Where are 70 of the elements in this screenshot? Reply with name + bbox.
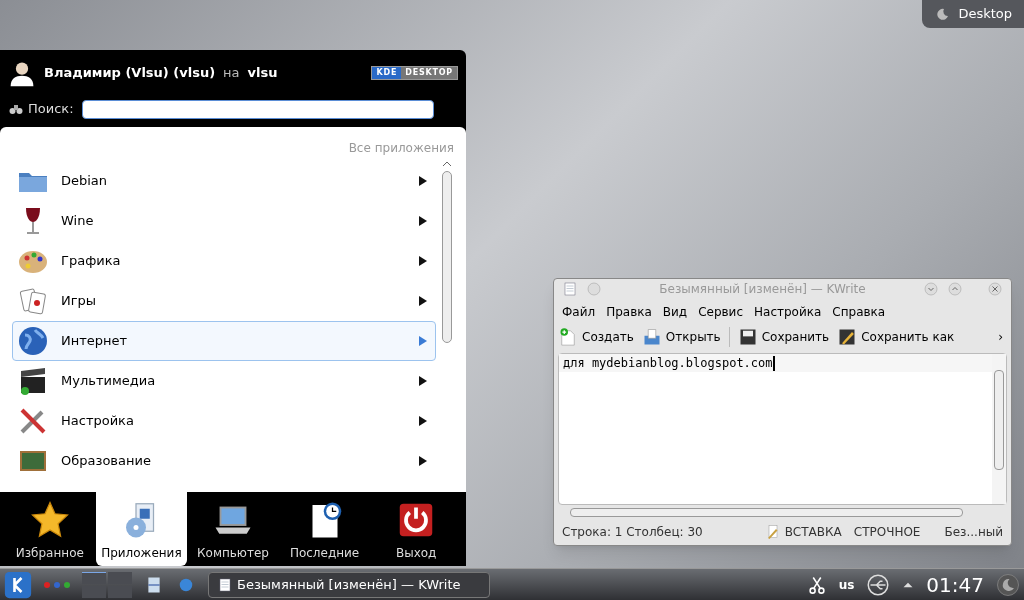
keyboard-layout[interactable]: us xyxy=(838,575,855,594)
submenu-arrow-icon xyxy=(419,376,427,386)
notepad-icon xyxy=(562,281,578,297)
host-name: vlsu xyxy=(247,63,278,82)
menu-item[interactable]: Вид xyxy=(662,303,688,321)
text-editor[interactable]: для mydebianblog.blogspot.com xyxy=(559,354,992,372)
category-item[interactable]: Образование xyxy=(12,441,436,481)
toolbar-button[interactable]: Сохранить xyxy=(737,327,830,347)
toolbar-button[interactable]: Открыть xyxy=(641,327,721,347)
maximize-icon xyxy=(947,281,963,297)
close-icon xyxy=(987,281,1003,297)
user-name: Владимир (Vlsu) (vlsu) xyxy=(44,63,216,82)
category-item[interactable]: Мультимедиа xyxy=(12,361,436,401)
usb-icon xyxy=(866,572,891,597)
launcher-tab[interactable]: Избранное xyxy=(4,492,96,566)
vertical-scrollbar[interactable] xyxy=(992,354,1006,504)
badge-kde: KDE xyxy=(372,66,402,79)
menu-item[interactable]: Правка xyxy=(606,303,652,321)
scroll-up-icon[interactable] xyxy=(442,161,452,167)
kde-logo-icon xyxy=(4,570,32,599)
new-document-icon xyxy=(558,327,578,347)
submenu-arrow-icon xyxy=(419,416,427,426)
scissors-icon xyxy=(806,574,827,595)
toolbar-button[interactable]: Создать xyxy=(558,327,634,347)
category-item[interactable]: Графика xyxy=(12,241,436,281)
file-name: Без...ный xyxy=(944,524,1003,541)
activities-icon[interactable] xyxy=(44,581,70,588)
submenu-arrow-icon xyxy=(419,256,427,266)
category-item[interactable]: Debian xyxy=(12,161,436,201)
category-item[interactable]: Интернет xyxy=(12,321,436,361)
pager[interactable] xyxy=(82,571,132,598)
menu-item[interactable]: Настройка xyxy=(754,303,822,321)
star-icon xyxy=(29,500,70,540)
notepad-icon xyxy=(217,576,233,593)
toolbar-button[interactable]: Сохранить как xyxy=(837,327,955,347)
submenu-arrow-icon xyxy=(419,456,427,466)
floppy-pencil-icon xyxy=(837,327,858,347)
menu-item[interactable]: Справка xyxy=(832,303,886,321)
insert-mode: ВСТАВКА xyxy=(784,524,842,541)
menu-item[interactable]: Сервис xyxy=(698,303,743,321)
editor-text: для mydebianblog.blogspot.com xyxy=(563,355,773,372)
playing-cards-icon xyxy=(17,285,49,317)
badge-desktop: DESKTOP xyxy=(401,66,457,79)
on-label: на xyxy=(223,63,240,82)
minimize-icon xyxy=(923,281,939,297)
moon-icon xyxy=(934,6,951,22)
launcher-tab[interactable]: Последние xyxy=(278,492,371,566)
submenu-arrow-icon xyxy=(419,176,427,186)
submenu-arrow-icon xyxy=(419,296,427,306)
globe-icon xyxy=(17,325,49,357)
moon-icon xyxy=(996,572,1020,597)
task-button[interactable]: Безымянный [изменён] — KWrite xyxy=(208,571,490,598)
launcher-tab[interactable]: Приложения xyxy=(95,492,188,566)
search-field[interactable] xyxy=(81,99,434,119)
cursor-position: Строка: 1 Столбец: 30 xyxy=(562,524,704,541)
desktop-button[interactable]: Desktop xyxy=(922,0,1024,28)
category-item[interactable]: Настройка xyxy=(12,401,436,441)
launcher-tab[interactable]: Компьютер xyxy=(187,492,279,566)
submenu-arrow-icon xyxy=(419,336,427,346)
submenu-arrow-icon xyxy=(419,216,427,226)
overflow-button[interactable]: › xyxy=(998,328,1003,346)
window-title: Безымянный [изменён] — KWrite xyxy=(658,281,867,298)
breadcrumb: Все приложения xyxy=(348,140,454,157)
menu-item[interactable]: Файл xyxy=(562,303,596,321)
category-item[interactable]: Wine xyxy=(12,201,436,241)
search-label: Поиск: xyxy=(28,100,74,119)
clock[interactable]: 01:47 xyxy=(926,569,984,600)
category-item[interactable]: Игры xyxy=(12,281,436,321)
launcher-tab[interactable]: Выход xyxy=(370,492,462,566)
wrap-mode: СТРОЧНОЕ xyxy=(853,524,921,541)
